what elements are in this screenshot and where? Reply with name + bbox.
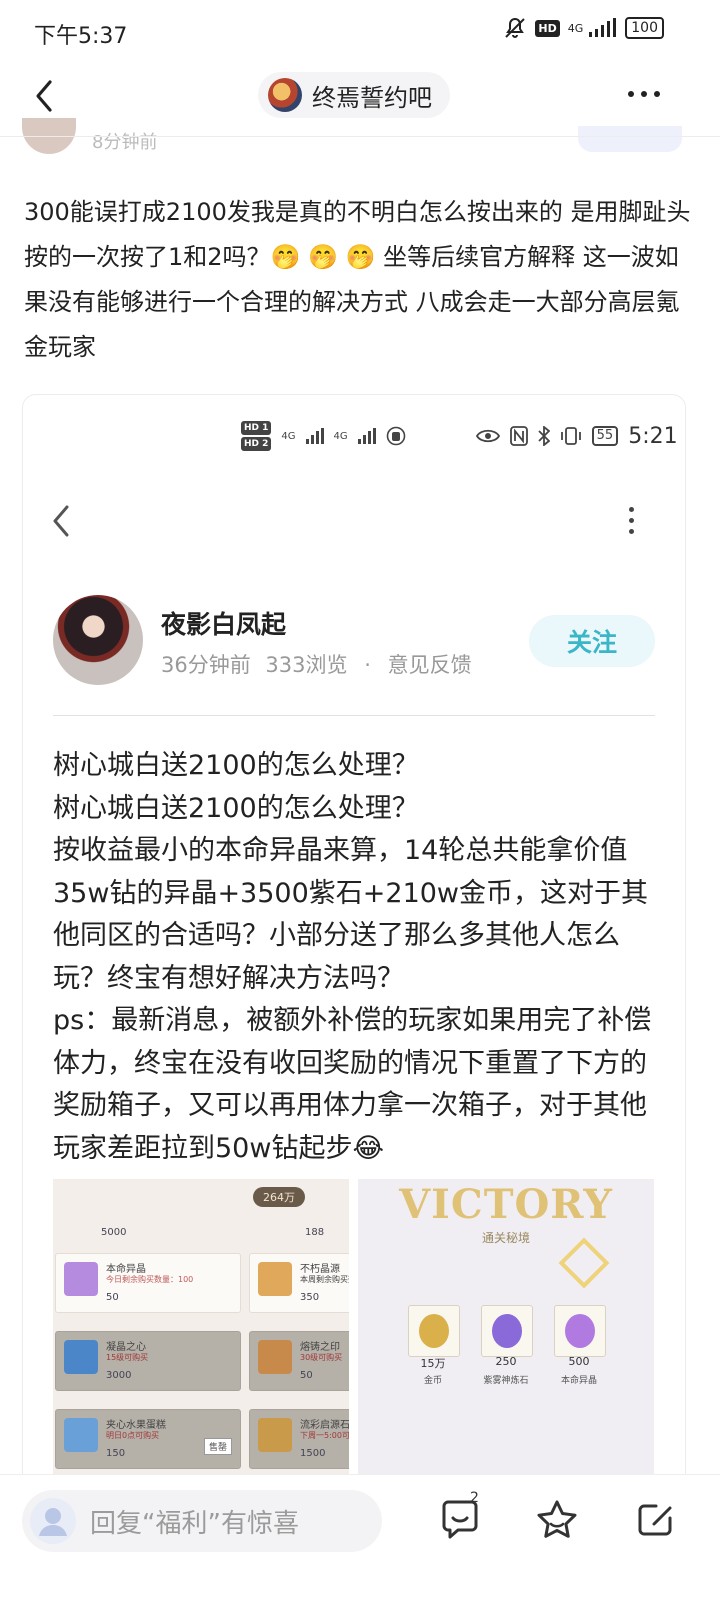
gem-icon [64, 1262, 98, 1296]
post-time: 8分钟前 [92, 132, 158, 153]
dragon-icon [64, 1340, 98, 1374]
post-body: 300能误打成2100发我是真的不明白怎么按出来的 是用脚趾头按的一次按了1和2… [24, 198, 691, 361]
reward-qty: 500 [568, 1355, 590, 1368]
reward-item [408, 1305, 460, 1357]
top-price-right: 188 [305, 1227, 325, 1238]
reply-input[interactable]: 回复“福利”有惊喜 [22, 1490, 382, 1552]
inner-divider [53, 715, 655, 716]
inner-post-views: 333浏览 [265, 653, 348, 677]
hd-icon: HD [535, 19, 560, 37]
gem-icon [565, 1314, 595, 1348]
coin-icon [419, 1314, 449, 1348]
shop-item-name: 熔铸之印 [300, 1342, 340, 1353]
mute-bell-icon [505, 17, 526, 38]
orb-icon [258, 1262, 292, 1296]
crystal-icon [492, 1314, 522, 1348]
inner-author-avatar [53, 595, 143, 685]
user-avatar-icon [30, 1498, 76, 1544]
nfc-icon [509, 426, 528, 446]
inner-post-body: 树心城白送2100的怎么处理？ 树心城白送2100的怎么处理？ 按收益最小的本命… [53, 750, 652, 1164]
share-icon[interactable] [632, 1496, 680, 1544]
shop-item-sub: 下周一5:00可购买 [300, 1431, 349, 1440]
reward-name: 本命异晶 [560, 1376, 597, 1386]
vibrate-icon [560, 427, 581, 445]
victory-screenshot-thumbnail: VICTORY 通关秘境 15万 金币 250 紫雾神炼石 500 本命异晶 [358, 1179, 654, 1495]
top-price: 5000 [101, 1227, 127, 1238]
reward-qty: 250 [495, 1355, 517, 1368]
shop-item-price: 3000 [106, 1370, 132, 1381]
reply-placeholder: 回复“福利”有惊喜 [90, 1508, 299, 1539]
battery-icon: 55 [591, 426, 619, 446]
shop-item: 凝晶之心 15级可购买 3000 [55, 1331, 241, 1391]
inner-follow-button: 关注 [529, 615, 655, 667]
embedded-screenshot[interactable]: HD 1 HD 2 4G 4G 55 5:21 夜影白凤起 36分钟前 333浏… [22, 394, 686, 1496]
shop-item-sub: 15级可购买 [106, 1353, 149, 1362]
header-divider [0, 136, 720, 137]
battery-icon: 100 [625, 17, 664, 39]
cake-icon [64, 1418, 98, 1452]
shop-item-price: 1500 [300, 1448, 326, 1459]
reward-qty: 15万 [420, 1357, 446, 1370]
shop-screenshot-thumbnail: 264万 5000 188 本命异晶 今日剩余购买数量：100 50 不朽晶源 … [53, 1179, 349, 1495]
shop-item: 流彩启源石 下周一5:00可购买 1500 [249, 1409, 349, 1469]
shop-item-name: 夹心水果蛋糕 [106, 1420, 166, 1431]
inner-back-icon [53, 505, 69, 537]
reward-name: 紫雾神炼石 [483, 1376, 529, 1386]
status-time: 下午5:37 [34, 24, 128, 49]
reward-name: 金币 [423, 1376, 442, 1386]
hd1-label: HD 1 [241, 421, 272, 435]
stone-icon [258, 1418, 292, 1452]
status-icons: HD 4G 100 [503, 16, 664, 40]
sold-out-stamp: 售罄 [203, 1438, 232, 1455]
signal-icon [357, 428, 376, 444]
shop-item-price: 150 [106, 1448, 126, 1459]
victory-subtitle: 通关秘境 [481, 1231, 530, 1245]
shop-item-name: 不朽晶源 [300, 1264, 340, 1275]
shop-item: 夹心水果蛋糕 明日0点可购买 150 售罄 [55, 1409, 241, 1469]
shop-item-price: 50 [300, 1370, 313, 1381]
seal-icon [258, 1340, 292, 1374]
more-options-button[interactable] [628, 86, 668, 102]
comment-count-badge: 2 [470, 1490, 479, 1506]
hand-icon [386, 426, 405, 446]
signal-icon [305, 428, 324, 444]
inner-post-time: 36分钟前 [161, 653, 251, 677]
currency-badge: 264万 [253, 1187, 305, 1207]
inner-status-bar: HD 1 HD 2 4G 4G 55 5:21 [241, 421, 678, 451]
favorite-star-icon[interactable] [533, 1496, 581, 1544]
meta-separator: · [364, 653, 371, 677]
bluetooth-icon [538, 426, 550, 446]
back-button[interactable] [30, 76, 60, 116]
shop-item-name: 流彩启源石 [300, 1420, 349, 1431]
shop-item-sub: 明日0点可购买 [106, 1431, 160, 1440]
forum-title-pill[interactable]: 终焉誓约吧 [258, 72, 450, 118]
shop-item: 本命异晶 今日剩余购买数量：100 50 [55, 1253, 241, 1313]
forum-name: 终焉誓约吧 [312, 83, 432, 112]
signal-icon [589, 18, 617, 37]
inner-more-icon [629, 507, 634, 534]
shop-item-sub: 今日剩余购买数量：100 [106, 1275, 194, 1284]
shop-item: 不朽晶源 本周剩余购买数量 350 [249, 1253, 349, 1313]
hd2-label: HD 2 [241, 437, 272, 451]
forum-avatar [268, 78, 302, 112]
shop-item-sub: 本周剩余购买数量 [300, 1275, 349, 1284]
shop-item-price: 350 [300, 1292, 320, 1303]
net1-label: 4G [281, 430, 296, 442]
follow-button[interactable] [578, 126, 682, 152]
shop-item-name: 凝晶之心 [106, 1342, 146, 1353]
inner-author-name: 夜影白凤起 [161, 610, 287, 639]
inner-time: 5:21 [628, 423, 678, 449]
net2-label: 4G [333, 430, 348, 442]
inner-post-meta: 36分钟前 333浏览 · 意见反馈 [161, 649, 472, 679]
reward-item [554, 1305, 606, 1357]
network-label: 4G [567, 21, 584, 35]
reward-item [481, 1305, 533, 1357]
shop-item: 熔铸之印 30级可购买 50 [249, 1331, 349, 1391]
shop-item-price: 50 [106, 1292, 119, 1303]
shop-item-name: 本命异晶 [106, 1264, 146, 1275]
inner-feedback-link: 意见反馈 [387, 653, 472, 677]
eye-icon [475, 429, 500, 443]
shop-item-sub: 30级可购买 [300, 1353, 343, 1362]
victory-title: VICTORY [399, 1181, 613, 1228]
